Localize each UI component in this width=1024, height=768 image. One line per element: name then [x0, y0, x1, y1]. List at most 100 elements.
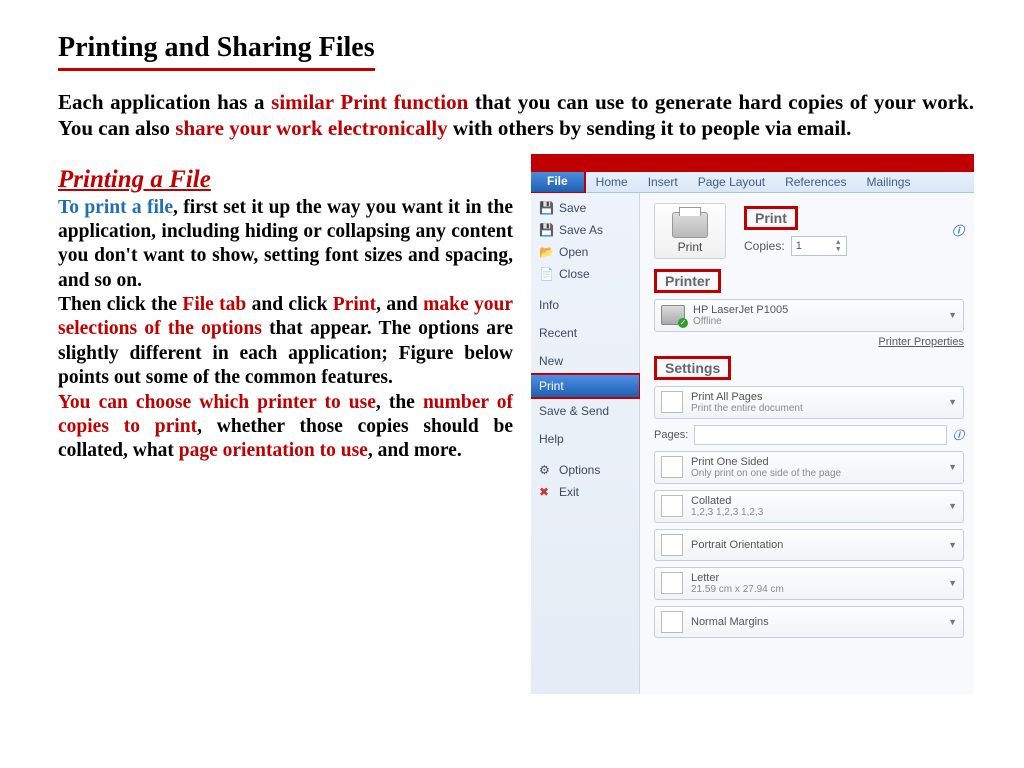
pages-input[interactable]: [694, 425, 947, 445]
menu-exit[interactable]: ✖ Exit: [531, 481, 639, 503]
body-text-3a: , the: [376, 392, 423, 413]
intro-paragraph: Each application has a similar Print fun…: [58, 89, 974, 142]
print-all-label: Print All Pages: [691, 391, 803, 403]
portrait-icon: [661, 534, 683, 556]
one-sided-sub: Only print on one side of the page: [691, 468, 841, 479]
paper-size-dropdown[interactable]: Letter 21.59 cm x 27.94 cm ▼: [654, 567, 964, 600]
body-text-3c: , and more.: [368, 440, 462, 461]
body-red-file: File tab: [182, 294, 246, 315]
chevron-down-icon: ▼: [948, 310, 957, 320]
paper-size-sub: 21.59 cm x 27.94 cm: [691, 584, 784, 595]
print-heading-highlight: Print: [744, 206, 798, 230]
body-text-2a: Then click the: [58, 294, 182, 315]
page-title: Printing and Sharing Files: [58, 32, 375, 71]
ribbon-tabs: File Home Insert Page Layout References …: [531, 172, 974, 193]
collated-sub: 1,2,3 1,2,3 1,2,3: [691, 507, 763, 518]
menu-close-label: Close: [559, 267, 590, 281]
chevron-down-icon: ▼: [948, 462, 957, 472]
options-icon: ⚙: [539, 463, 553, 477]
chevron-down-icon: ▼: [948, 397, 957, 407]
tab-references[interactable]: References: [775, 172, 856, 192]
printer-device-icon: [661, 305, 685, 325]
tab-mailings[interactable]: Mailings: [856, 172, 920, 192]
copies-value: 1: [796, 240, 802, 252]
menu-save-as-label: Save As: [559, 223, 603, 237]
intro-text-1: Each application has a: [58, 90, 271, 114]
one-sided-label: Print One Sided: [691, 456, 841, 468]
chevron-down-icon: ▼: [948, 540, 957, 550]
menu-new[interactable]: New: [531, 347, 639, 375]
orientation-label: Portrait Orientation: [691, 539, 783, 551]
tab-file[interactable]: File: [531, 170, 586, 194]
section-heading-printing: Printing a File: [58, 166, 513, 194]
copies-spinner[interactable]: 1 ▲▼: [791, 236, 847, 256]
menu-recent[interactable]: Recent: [531, 319, 639, 347]
menu-save[interactable]: 💾 Save: [531, 197, 639, 219]
body-red-printer: You can choose which printer to use: [58, 392, 376, 413]
paper-size-label: Letter: [691, 572, 784, 584]
body-red-orientation: page orientation to use: [179, 440, 368, 461]
menu-open[interactable]: 📂Open: [531, 241, 639, 263]
menu-options[interactable]: ⚙ Options: [531, 459, 639, 481]
menu-print-label: Print: [539, 379, 564, 393]
spinner-arrows-icon[interactable]: ▲▼: [835, 239, 842, 253]
copies-label: Copies:: [744, 239, 785, 253]
menu-exit-label: Exit: [559, 485, 579, 499]
printer-icon: [672, 212, 708, 238]
exit-icon: ✖: [539, 485, 553, 499]
margins-label: Normal Margins: [691, 616, 769, 628]
menu-save-as[interactable]: 💾 Save As: [531, 219, 639, 241]
one-sided-icon: [661, 456, 683, 478]
info-icon[interactable]: ⓘ: [952, 222, 964, 239]
orientation-dropdown[interactable]: Portrait Orientation ▼: [654, 529, 964, 561]
letter-icon: [661, 572, 683, 594]
menu-save-send[interactable]: Save & Send: [531, 397, 639, 425]
intro-text-3: with others by sending it to people via …: [448, 116, 852, 140]
menu-print[interactable]: Print: [531, 373, 641, 399]
collated-icon: [661, 495, 683, 517]
title-bar-highlight: [531, 154, 974, 172]
tab-page-layout[interactable]: Page Layout: [688, 172, 775, 192]
printer-name: HP LaserJet P1005: [693, 304, 788, 316]
tab-home[interactable]: Home: [586, 172, 638, 192]
printer-status: Offline: [693, 316, 788, 327]
pages-label: Pages:: [654, 429, 688, 441]
collated-dropdown[interactable]: Collated 1,2,3 1,2,3 1,2,3 ▼: [654, 490, 964, 523]
menu-close[interactable]: 📄Close: [531, 263, 639, 285]
menu-info[interactable]: Info: [531, 291, 639, 319]
settings-heading-highlight: Settings: [654, 356, 731, 380]
margins-dropdown[interactable]: Normal Margins ▼: [654, 606, 964, 638]
printer-dropdown[interactable]: HP LaserJet P1005 Offline ▼: [654, 299, 964, 332]
printer-properties-link[interactable]: Printer Properties: [654, 336, 964, 348]
menu-save-label: Save: [559, 201, 586, 215]
word-print-screenshot: File Home Insert Page Layout References …: [531, 154, 974, 694]
info-icon[interactable]: ⓘ: [953, 427, 964, 443]
menu-help[interactable]: Help: [531, 425, 639, 453]
intro-highlight-1: similar Print function: [271, 90, 468, 114]
menu-open-label: Open: [559, 245, 588, 259]
chevron-down-icon: ▼: [948, 578, 957, 588]
save-as-icon: 💾: [539, 223, 553, 237]
print-button-label: Print: [659, 240, 721, 254]
body-red-print: Print: [333, 294, 376, 315]
body-text-2c: , and: [376, 294, 423, 315]
intro-highlight-2: share your work electronically: [175, 116, 447, 140]
save-icon: 💾: [539, 201, 553, 215]
body-paragraph: To print a file, first set it up the way…: [58, 196, 513, 464]
collated-label: Collated: [691, 495, 763, 507]
chevron-down-icon: ▼: [948, 617, 957, 627]
print-range-dropdown[interactable]: Print All Pages Print the entire documen…: [654, 386, 964, 419]
file-backstage-menu: 💾Save 💾Save As 📂Open 📄Close Info Recent …: [531, 193, 640, 694]
menu-options-label: Options: [559, 463, 600, 477]
print-settings-panel: Print Print Copies: 1 ▲▼: [640, 193, 974, 694]
one-sided-dropdown[interactable]: Print One Sided Only print on one side o…: [654, 451, 964, 484]
margins-icon: [661, 611, 683, 633]
printer-heading-highlight: Printer: [654, 269, 721, 293]
print-button[interactable]: Print: [654, 203, 726, 259]
body-blue-lead: To print a file: [58, 197, 173, 218]
tab-insert[interactable]: Insert: [638, 172, 688, 192]
print-all-sub: Print the entire document: [691, 403, 803, 414]
pages-icon: [661, 391, 683, 413]
body-text-2b: and click: [246, 294, 333, 315]
chevron-down-icon: ▼: [948, 501, 957, 511]
